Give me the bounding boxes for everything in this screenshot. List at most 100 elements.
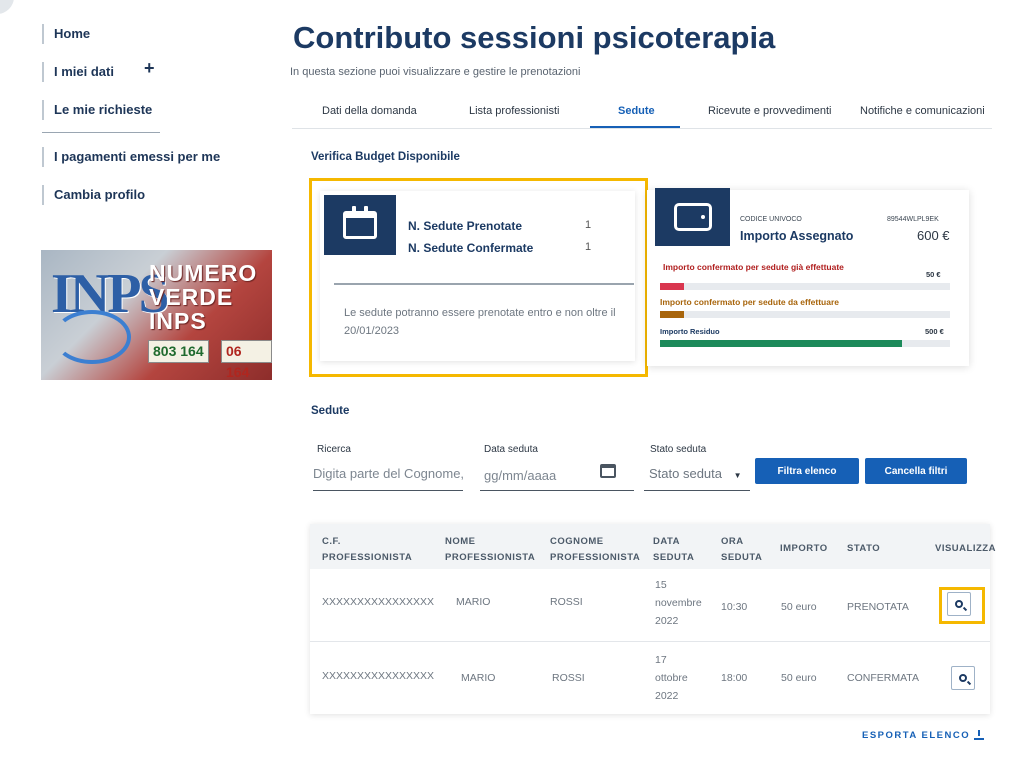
booked-sessions-value: 1 — [585, 219, 592, 231]
cell-nome: MARIO — [461, 672, 496, 684]
sidebar-item-i-miei-dati[interactable]: I miei dati — [42, 62, 274, 82]
tab-notifiche[interactable]: Notifiche e comunicazioni — [860, 105, 985, 117]
view-button[interactable] — [951, 666, 975, 690]
banner-phone-2: 06 164 164 — [221, 340, 272, 380]
column-header-nome: NOME PROFESSIONISTA — [445, 536, 536, 563]
state-label: Stato seduta — [650, 444, 707, 455]
cell-cognome: ROSSI — [552, 672, 585, 684]
cell-data-month: ottobre — [655, 672, 688, 684]
cell-cf: XXXXXXXXXXXXXXXX — [322, 670, 435, 682]
calendar-icon[interactable] — [600, 464, 616, 478]
page-title: Contributo sessioni psicoterapia — [293, 20, 776, 55]
tab-bar: Dati della domanda Lista professionisti … — [292, 96, 992, 129]
amount-card: CODICE UNIVOCO 89544WLPL9EK Importo Asse… — [647, 188, 969, 366]
search-input[interactable]: Digita parte del Cognome, Nome — [313, 462, 463, 491]
cell-ora: 18:00 — [721, 672, 748, 684]
tab-lista-professionisti[interactable]: Lista professionisti — [469, 105, 560, 117]
assigned-amount-value: 600 € — [917, 228, 950, 243]
sidebar-item-home[interactable]: Home — [42, 24, 274, 44]
date-label: Data seduta — [484, 444, 538, 455]
bar-value-residual: 500 € — [925, 327, 944, 336]
banner-line-1: NUMERO — [149, 260, 258, 286]
booking-deadline-note: Le sedute potranno essere prenotate entr… — [344, 307, 616, 337]
wallet-icon-box — [655, 188, 730, 246]
column-header-ora: ORA SEDUTA — [721, 536, 763, 563]
sidebar-item-label: I miei dati — [54, 64, 114, 79]
export-label: ESPORTA ELENCO — [862, 730, 971, 741]
cell-data-year: 2022 — [655, 690, 679, 702]
numero-verde-banner[interactable]: INPS NUMERO VERDE INPS 803 164 06 164 16… — [41, 250, 272, 380]
plus-icon[interactable]: + — [144, 58, 155, 79]
clear-filters-button[interactable]: Cancella filtri — [865, 458, 967, 484]
cell-ora: 10:30 — [721, 601, 748, 613]
wallet-icon — [673, 203, 712, 231]
budget-heading: Verifica Budget Disponibile — [311, 151, 460, 163]
sidebar-item-le-mie-richieste[interactable]: Le mie richieste — [42, 100, 274, 120]
sessions-heading: Sedute — [311, 405, 350, 417]
confirmed-sessions-value: 1 — [585, 241, 592, 253]
bar-label-residual: Importo Residuo — [660, 327, 720, 336]
active-tab-indicator — [590, 126, 680, 128]
cell-cognome: ROSSI — [550, 596, 583, 608]
download-icon — [974, 730, 985, 741]
calendar-icon-box — [324, 195, 396, 255]
cell-importo: 50 euro — [781, 672, 817, 684]
bar-label-done: Importo confermato per sedute già effett… — [663, 262, 844, 272]
view-button[interactable] — [947, 592, 971, 616]
date-placeholder: gg/mm/aaaa — [484, 468, 557, 483]
sessions-card-highlight: N. Sedute Prenotate 1 N. Sedute Conferma… — [309, 178, 648, 377]
sidebar-item-pagamenti[interactable]: I pagamenti emessi per me — [42, 147, 274, 167]
banner-line-2: VERDE — [149, 284, 234, 310]
state-select-value: Stato seduta — [649, 466, 722, 481]
cell-stato: CONFERMATA — [847, 672, 919, 684]
cell-data-day: 15 — [655, 579, 667, 591]
state-select[interactable]: Stato seduta ▼ — [644, 462, 750, 491]
card-divider — [334, 283, 634, 285]
sidebar-item-label: I pagamenti emessi per me — [54, 149, 221, 164]
sidebar-item-label: Home — [54, 26, 91, 41]
bar-value-done: 50 € — [926, 270, 941, 279]
sidebar-item-label: Cambia profilo — [54, 187, 146, 202]
cell-importo: 50 euro — [781, 601, 817, 613]
column-header-visualizza: VISUALIZZA — [935, 543, 996, 554]
column-header-cognome: COGNOME PROFESSIONISTA — [550, 536, 641, 563]
search-label: Ricerca — [317, 444, 351, 455]
chevron-down-icon: ▼ — [733, 471, 742, 480]
tab-sedute[interactable]: Sedute — [618, 105, 655, 117]
corner-decoration — [0, 0, 14, 14]
export-link[interactable]: ESPORTA ELENCO — [862, 730, 985, 741]
filter-button[interactable]: Filtra elenco — [755, 458, 859, 484]
cell-data-day: 17 — [655, 654, 667, 666]
progress-bar-residual — [660, 340, 950, 347]
cell-nome: MARIO — [456, 596, 491, 608]
progress-fill-residual — [660, 340, 902, 347]
booked-sessions-label: N. Sedute Prenotate — [408, 219, 523, 233]
bar-label-pending: Importo confermato per sedute da effettu… — [660, 297, 840, 307]
assigned-amount-label: Importo Assegnato — [740, 229, 854, 243]
progress-fill-done — [660, 283, 685, 290]
sidebar-divider — [42, 132, 160, 133]
cell-cf: XXXXXXXXXXXXXXXX — [322, 596, 435, 608]
row-divider — [310, 641, 990, 642]
banner-line-3: INPS — [149, 308, 207, 334]
sessions-card: N. Sedute Prenotate 1 N. Sedute Conferma… — [320, 191, 635, 361]
cell-data-year: 2022 — [655, 615, 679, 627]
table-header: C.F. PROFESSIONISTA NOME PROFESSIONISTA … — [310, 524, 995, 569]
column-header-data: DATA SEDUTA — [653, 536, 695, 563]
calendar-icon — [343, 206, 377, 239]
cell-data-month: novembre — [655, 597, 702, 609]
magnifier-icon — [955, 600, 963, 608]
progress-bar-pending — [660, 311, 950, 318]
cell-stato: PRENOTATA — [847, 601, 909, 613]
progress-fill-pending — [660, 311, 685, 318]
banner-phone-1: 803 164 — [148, 340, 209, 363]
tab-dati-domanda[interactable]: Dati della domanda — [322, 105, 417, 117]
page-subtitle: In questa sezione puoi visualizzare e ge… — [290, 66, 581, 78]
sessions-table: C.F. PROFESSIONISTA NOME PROFESSIONISTA … — [310, 524, 995, 714]
tab-ricevute[interactable]: Ricevute e provvedimenti — [708, 105, 832, 117]
progress-bar-done — [660, 283, 950, 290]
confirmed-sessions-label: N. Sedute Confermate — [408, 241, 534, 255]
unique-code-value: 89544WLPL9EK — [887, 216, 939, 223]
sidebar-item-cambia-profilo[interactable]: Cambia profilo — [42, 185, 274, 205]
sidebar-item-label: Le mie richieste — [54, 102, 153, 117]
